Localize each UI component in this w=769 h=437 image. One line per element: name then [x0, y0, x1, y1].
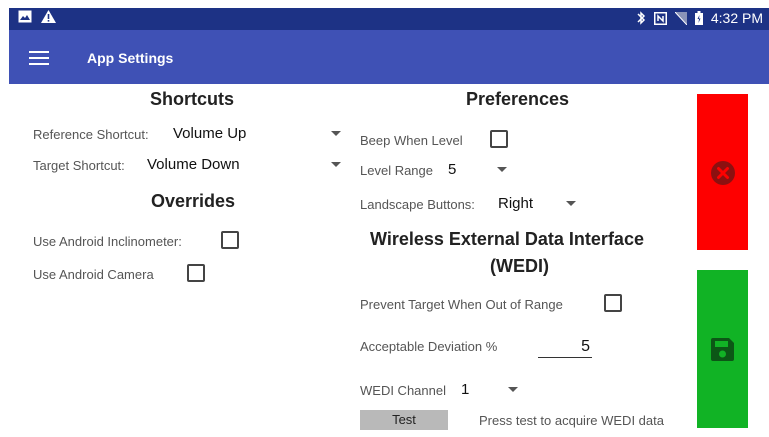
landscape-buttons-value: Right [498, 195, 534, 212]
status-left-icons [18, 10, 56, 23]
chevron-down-icon [566, 201, 576, 206]
level-range-label: Level Range [360, 163, 433, 178]
reference-shortcut-label: Reference Shortcut: [33, 127, 149, 142]
wedi-channel-label: WEDI Channel [360, 383, 446, 398]
save-button[interactable] [697, 270, 748, 428]
inclinometer-checkbox[interactable] [221, 231, 239, 249]
hamburger-menu-icon[interactable] [29, 51, 49, 65]
chevron-down-icon [331, 131, 341, 136]
reference-shortcut-dropdown[interactable]: Reference Shortcut: Volume Up [33, 124, 343, 146]
chevron-down-icon [331, 162, 341, 167]
reference-shortcut-value: Volume Up [173, 125, 247, 142]
camera-checkbox[interactable] [187, 264, 205, 282]
cancel-circle-icon [711, 161, 735, 185]
cancel-button[interactable] [697, 94, 748, 250]
target-shortcut-value: Volume Down [147, 156, 240, 173]
preferences-heading: Preferences [466, 89, 570, 109]
warning-icon [41, 10, 56, 23]
level-range-value: 5 [448, 161, 457, 178]
test-hint: Press test to acquire WEDI data [479, 413, 664, 428]
landscape-buttons-label: Landscape Buttons: [360, 197, 475, 212]
status-bar: 4:32 PM [9, 8, 769, 30]
wedi-channel-dropdown[interactable]: WEDI Channel 1 [360, 380, 530, 402]
beep-label: Beep When Level [360, 133, 463, 148]
inclinometer-label: Use Android Inclinometer: [33, 234, 182, 249]
deviation-label: Acceptable Deviation % [360, 339, 498, 354]
battery-icon [694, 11, 703, 25]
floppy-disk-icon [711, 338, 734, 361]
overrides-heading: Overrides [151, 191, 236, 211]
beep-checkbox[interactable] [490, 130, 508, 148]
status-time: 4:32 PM [710, 10, 763, 26]
wedi-heading-line2: (WEDI) [490, 256, 549, 276]
bluetooth-icon [637, 11, 645, 25]
prevent-target-label: Prevent Target When Out of Range [360, 297, 563, 312]
shortcuts-heading: Shortcuts [150, 89, 235, 109]
chevron-down-icon [497, 167, 507, 172]
status-right-icons: 4:32 PM [636, 10, 763, 26]
landscape-buttons-dropdown[interactable]: Landscape Buttons: Right [360, 194, 580, 216]
chevron-down-icon [508, 387, 518, 392]
target-shortcut-dropdown[interactable]: Target Shortcut: Volume Down [33, 155, 343, 177]
target-shortcut-label: Target Shortcut: [33, 158, 125, 173]
test-button[interactable]: Test [360, 410, 448, 430]
nfc-icon [653, 11, 667, 25]
no-sim-icon [674, 11, 687, 25]
image-icon [18, 10, 32, 23]
wedi-channel-value: 1 [461, 381, 470, 398]
wedi-heading-line1: Wireless External Data Interface [370, 229, 644, 249]
deviation-input[interactable] [538, 336, 592, 358]
app-bar: App Settings [9, 30, 769, 84]
prevent-target-checkbox[interactable] [604, 294, 622, 312]
level-range-dropdown[interactable]: Level Range 5 [360, 160, 510, 182]
page-title: App Settings [87, 50, 174, 66]
camera-label: Use Android Camera [33, 267, 154, 282]
